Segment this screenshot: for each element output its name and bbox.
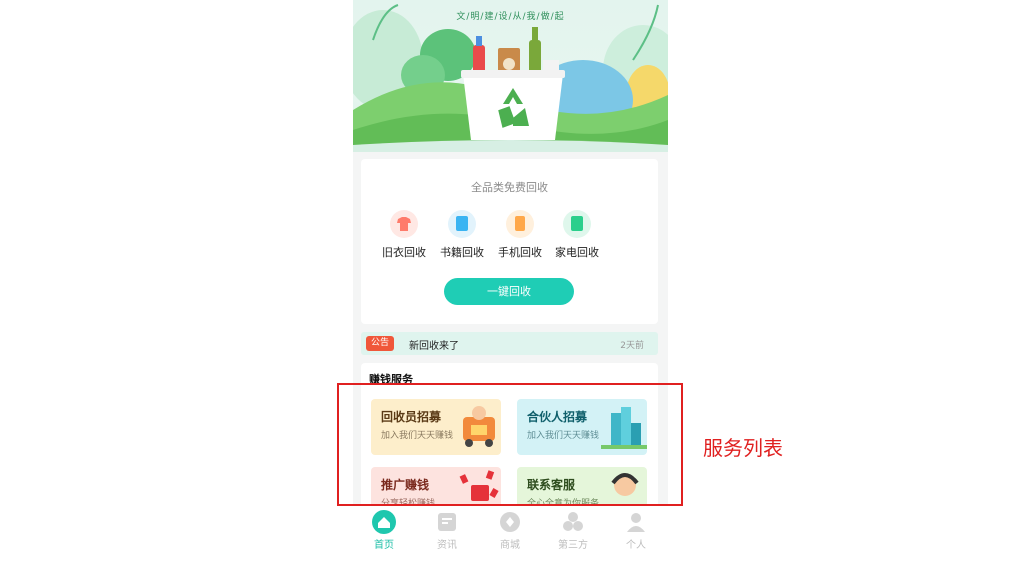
slogan-text: 文/明/建/设/从/我/做/起 <box>456 12 565 22</box>
one-click-recycle-button[interactable]: 一键回收 <box>444 278 574 305</box>
third-party-icon <box>563 512 583 531</box>
tab-label: 个人 <box>626 540 646 551</box>
category-label: 家电回收 <box>555 246 599 259</box>
mall-icon <box>500 512 520 532</box>
category-label: 手机回收 <box>498 246 542 259</box>
annotation-label: 服务列表 <box>703 436 783 460</box>
category-books[interactable]: 书籍回收 <box>433 210 491 260</box>
tab-news[interactable]: 资讯 <box>427 510 467 551</box>
hero-banner: 文/明/建/设/从/我/做/起 <box>353 0 668 152</box>
tab-label: 商城 <box>500 540 520 551</box>
tab-label: 资讯 <box>437 540 457 551</box>
appliance-icon <box>563 210 591 238</box>
home-icon <box>372 510 396 534</box>
recycling-illustration <box>353 4 668 152</box>
tab-home[interactable]: 首页 <box>364 510 404 551</box>
category-title: 全品类免费回收 <box>471 181 548 194</box>
category-clothes[interactable]: 旧衣回收 <box>375 210 433 260</box>
category-card: 全品类免费回收 旧衣回收 书籍回收 手机回收 家电回收 一键回收 <box>361 159 658 324</box>
book-icon <box>448 210 476 238</box>
tab-mall[interactable]: 商城 <box>490 510 530 551</box>
notice-text: 新回收来了 <box>409 341 459 352</box>
tab-label: 首页 <box>374 540 394 551</box>
tab-third-party[interactable]: 第三方 <box>553 510 593 551</box>
category-appliances[interactable]: 家电回收 <box>548 210 606 260</box>
news-icon <box>438 513 456 531</box>
notice-badge: 公告 <box>366 336 395 351</box>
annotation-highlight-box <box>337 383 683 506</box>
category-label: 书籍回收 <box>440 246 484 259</box>
tab-label: 第三方 <box>558 540 588 551</box>
tshirt-icon <box>390 210 418 238</box>
person-icon <box>627 513 645 532</box>
tab-profile[interactable]: 个人 <box>616 510 656 551</box>
notice-bar[interactable]: 公告 新回收来了 2天前 <box>361 332 658 355</box>
bottom-tab-bar: 首页 资讯 商城 第三方 个人 <box>353 506 668 570</box>
category-label: 旧衣回收 <box>382 246 426 259</box>
category-phones[interactable]: 手机回收 <box>491 210 549 260</box>
notice-time: 2天前 <box>620 341 644 351</box>
phone-icon <box>506 210 534 238</box>
